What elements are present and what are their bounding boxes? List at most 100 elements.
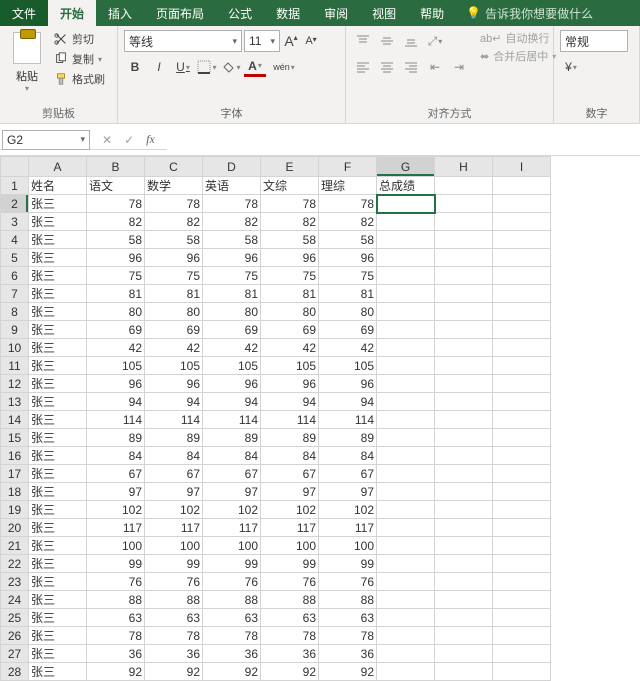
cell-C19[interactable]: 102 bbox=[145, 501, 203, 519]
cell-F1[interactable]: 理综 bbox=[319, 177, 377, 195]
bold-button[interactable]: B bbox=[124, 56, 146, 78]
cell-C22[interactable]: 99 bbox=[145, 555, 203, 573]
cell-G7[interactable] bbox=[377, 285, 435, 303]
cell-C13[interactable]: 94 bbox=[145, 393, 203, 411]
cell-C11[interactable]: 105 bbox=[145, 357, 203, 375]
cell-I4[interactable] bbox=[493, 231, 551, 249]
cell-H28[interactable] bbox=[435, 663, 493, 681]
cell-H23[interactable] bbox=[435, 573, 493, 591]
cell-B14[interactable]: 114 bbox=[87, 411, 145, 429]
cell-D11[interactable]: 105 bbox=[203, 357, 261, 375]
orientation-button[interactable]: ⤢▾ bbox=[424, 30, 446, 52]
cell-H8[interactable] bbox=[435, 303, 493, 321]
cell-I12[interactable] bbox=[493, 375, 551, 393]
align-center-button[interactable] bbox=[376, 56, 398, 78]
cell-G2[interactable] bbox=[377, 195, 435, 213]
row-header-27[interactable]: 27 bbox=[1, 645, 29, 663]
currency-button[interactable]: ¥▾ bbox=[560, 56, 582, 78]
cell-D4[interactable]: 58 bbox=[203, 231, 261, 249]
cell-G27[interactable] bbox=[377, 645, 435, 663]
cell-B15[interactable]: 89 bbox=[87, 429, 145, 447]
cell-H22[interactable] bbox=[435, 555, 493, 573]
cell-G18[interactable] bbox=[377, 483, 435, 501]
cell-F23[interactable]: 76 bbox=[319, 573, 377, 591]
tab-data[interactable]: 数据 bbox=[264, 0, 312, 26]
decrease-indent-button[interactable]: ⇤ bbox=[424, 56, 446, 78]
cell-D19[interactable]: 102 bbox=[203, 501, 261, 519]
cell-H25[interactable] bbox=[435, 609, 493, 627]
underline-button[interactable]: U▾ bbox=[172, 56, 194, 78]
cell-E1[interactable]: 文综 bbox=[261, 177, 319, 195]
cell-H26[interactable] bbox=[435, 627, 493, 645]
cell-D8[interactable]: 80 bbox=[203, 303, 261, 321]
cell-B7[interactable]: 81 bbox=[87, 285, 145, 303]
cancel-formula-icon[interactable]: ✕ bbox=[102, 133, 112, 147]
cell-B27[interactable]: 36 bbox=[87, 645, 145, 663]
cell-H4[interactable] bbox=[435, 231, 493, 249]
cell-I27[interactable] bbox=[493, 645, 551, 663]
cell-F27[interactable]: 36 bbox=[319, 645, 377, 663]
cell-I8[interactable] bbox=[493, 303, 551, 321]
row-header-21[interactable]: 21 bbox=[1, 537, 29, 555]
row-header-15[interactable]: 15 bbox=[1, 429, 29, 447]
row-header-6[interactable]: 6 bbox=[1, 267, 29, 285]
cell-E26[interactable]: 78 bbox=[261, 627, 319, 645]
cell-A5[interactable]: 张三 bbox=[29, 249, 87, 267]
cell-C2[interactable]: 78 bbox=[145, 195, 203, 213]
cell-D27[interactable]: 36 bbox=[203, 645, 261, 663]
cell-I25[interactable] bbox=[493, 609, 551, 627]
cell-A17[interactable]: 张三 bbox=[29, 465, 87, 483]
cell-B24[interactable]: 88 bbox=[87, 591, 145, 609]
cell-G3[interactable] bbox=[377, 213, 435, 231]
cell-D24[interactable]: 88 bbox=[203, 591, 261, 609]
cell-H27[interactable] bbox=[435, 645, 493, 663]
cell-B6[interactable]: 75 bbox=[87, 267, 145, 285]
cell-A19[interactable]: 张三 bbox=[29, 501, 87, 519]
cell-A10[interactable]: 张三 bbox=[29, 339, 87, 357]
row-header-12[interactable]: 12 bbox=[1, 375, 29, 393]
cell-A9[interactable]: 张三 bbox=[29, 321, 87, 339]
cell-F14[interactable]: 114 bbox=[319, 411, 377, 429]
cell-F12[interactable]: 96 bbox=[319, 375, 377, 393]
cell-I18[interactable] bbox=[493, 483, 551, 501]
copy-button[interactable]: 复制 ▾ bbox=[52, 50, 107, 68]
row-header-4[interactable]: 4 bbox=[1, 231, 29, 249]
cell-C24[interactable]: 88 bbox=[145, 591, 203, 609]
cell-I1[interactable] bbox=[493, 177, 551, 195]
cell-B18[interactable]: 97 bbox=[87, 483, 145, 501]
column-header-F[interactable]: F bbox=[319, 157, 377, 177]
cell-G24[interactable] bbox=[377, 591, 435, 609]
cell-A26[interactable]: 张三 bbox=[29, 627, 87, 645]
cell-B2[interactable]: 78 bbox=[87, 195, 145, 213]
cell-D2[interactable]: 78 bbox=[203, 195, 261, 213]
cell-G9[interactable] bbox=[377, 321, 435, 339]
cell-B13[interactable]: 94 bbox=[87, 393, 145, 411]
cell-H7[interactable] bbox=[435, 285, 493, 303]
cell-B25[interactable]: 63 bbox=[87, 609, 145, 627]
column-header-E[interactable]: E bbox=[261, 157, 319, 177]
tab-review[interactable]: 审阅 bbox=[312, 0, 360, 26]
cell-G1[interactable]: 总成绩 bbox=[377, 177, 435, 195]
cell-E24[interactable]: 88 bbox=[261, 591, 319, 609]
cell-H21[interactable] bbox=[435, 537, 493, 555]
align-right-button[interactable] bbox=[400, 56, 422, 78]
decrease-font-button[interactable]: A▾ bbox=[302, 30, 320, 52]
cell-H20[interactable] bbox=[435, 519, 493, 537]
cell-E27[interactable]: 36 bbox=[261, 645, 319, 663]
cell-D26[interactable]: 78 bbox=[203, 627, 261, 645]
cell-E17[interactable]: 67 bbox=[261, 465, 319, 483]
tab-file[interactable]: 文件 bbox=[0, 0, 48, 26]
cell-H19[interactable] bbox=[435, 501, 493, 519]
tell-me-search[interactable]: 💡 告诉我你想要做什么 bbox=[456, 0, 603, 26]
row-header-11[interactable]: 11 bbox=[1, 357, 29, 375]
cell-E4[interactable]: 58 bbox=[261, 231, 319, 249]
cell-E7[interactable]: 81 bbox=[261, 285, 319, 303]
cell-I11[interactable] bbox=[493, 357, 551, 375]
cell-A27[interactable]: 张三 bbox=[29, 645, 87, 663]
cell-D7[interactable]: 81 bbox=[203, 285, 261, 303]
cell-E20[interactable]: 117 bbox=[261, 519, 319, 537]
cell-H14[interactable] bbox=[435, 411, 493, 429]
font-name-combo[interactable]: 等线 ▾ bbox=[124, 30, 242, 52]
cell-D1[interactable]: 英语 bbox=[203, 177, 261, 195]
cell-I7[interactable] bbox=[493, 285, 551, 303]
